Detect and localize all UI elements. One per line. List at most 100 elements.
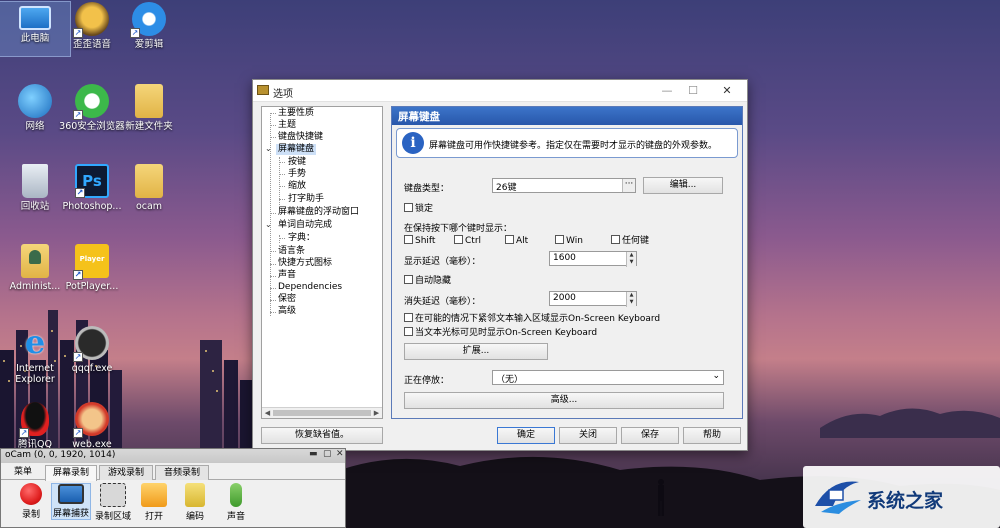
keyboard-type-label: 键盘类型：	[404, 184, 450, 194]
potplayer-icon: Player ↗	[73, 244, 109, 280]
tree-item-gestures[interactable]: 手势	[288, 169, 306, 180]
record-area-label: 录制区域	[94, 512, 131, 522]
sound-button[interactable]: 声音	[216, 483, 256, 522]
record-area-icon	[100, 483, 126, 507]
desktop-icon-label: PotPlayer...	[65, 281, 119, 292]
edit-button[interactable]: 编辑...	[643, 177, 723, 194]
monitor-icon	[19, 6, 51, 30]
show-when-cursor-checkbox[interactable]: 当文本光标可见时显示On-Screen Keyboard	[404, 327, 597, 338]
tree-item-shortcut-icons[interactable]: 快捷方式图标	[278, 258, 332, 269]
minimize-icon[interactable]: ▬	[309, 449, 318, 459]
tree-horizontal-scrollbar[interactable]: ◀ ▶	[262, 407, 382, 418]
checkbox-box	[404, 327, 413, 336]
show-near-input-checkbox[interactable]: 在可能的情况下紧邻文本输入区域显示On-Screen Keyboard	[404, 313, 660, 324]
tree-item-keyboard-shortcuts[interactable]: 键盘快捷键	[278, 132, 323, 143]
tree-item-advanced[interactable]: 高级	[278, 306, 296, 317]
tree-item-typing-assistant[interactable]: 打字助手	[288, 194, 324, 205]
keyboard-type-field[interactable]: 26键 ···	[492, 178, 636, 193]
maximize-icon[interactable]: ☐	[683, 82, 703, 99]
settings-panel: 屏幕键盘 i 屏幕键盘可用作快捷键参考。指定仅在需要时才显示的键盘的外观参数。 …	[391, 106, 743, 419]
show-on-hold-label: 在保持按下哪个键时显示：	[404, 224, 513, 234]
settings-tree[interactable]: ⌄ ⌄ 主要性质 主题 键盘快捷键 屏幕键盘 按键 手势 缩放 打字助手 屏幕键…	[261, 106, 383, 419]
checkbox-box	[505, 235, 514, 244]
close-icon[interactable]: ✕	[336, 449, 344, 459]
shift-checkbox[interactable]: Shift	[404, 235, 435, 246]
ok-button[interactable]: 确定	[497, 427, 555, 444]
info-icon: i	[402, 132, 424, 154]
scroll-left-icon[interactable]: ◀	[262, 408, 273, 418]
encode-button[interactable]: 编码	[175, 483, 215, 522]
tree-item-zoom[interactable]: 缩放	[288, 181, 306, 192]
spinner-arrows-icon[interactable]: ▲ ▼	[626, 292, 636, 307]
show-when-cursor-label: 当文本光标可见时显示On-Screen Keyboard	[415, 328, 598, 338]
record-area-button[interactable]: 录制区域	[93, 483, 133, 522]
extend-button[interactable]: 扩展...	[404, 343, 548, 360]
alt-checkbox[interactable]: Alt	[505, 235, 528, 246]
desktop-icon-qqqf[interactable]: ↗ qqqf.exe	[57, 326, 127, 374]
desktop-icon-ocam-folder[interactable]: ocam	[114, 164, 184, 212]
tab-audio-record[interactable]: 音频录制	[155, 465, 209, 480]
desktop-icon-new-folder[interactable]: 新建文件夹	[114, 84, 184, 132]
shortcut-arrow-icon: ↗	[73, 428, 83, 438]
desktop-icon-label: 新建文件夹	[125, 121, 173, 132]
hide-delay-input[interactable]: 2000 ▲ ▼	[549, 291, 637, 307]
tab-game-record[interactable]: 游戏录制	[99, 465, 153, 480]
scrollbar-thumb[interactable]	[273, 410, 371, 416]
tab-screen-record[interactable]: 屏幕录制	[45, 465, 97, 481]
win-label: Win	[566, 236, 583, 246]
browse-ellipsis-icon[interactable]: ···	[622, 179, 635, 192]
shortcut-arrow-icon: ↗	[19, 428, 29, 438]
desktop-icon-web-exe[interactable]: ↗ web.exe	[57, 402, 127, 450]
maximize-icon[interactable]: ▢	[323, 449, 332, 459]
island-silhouette	[820, 408, 1000, 438]
tab-menu[interactable]: 菜单	[3, 465, 43, 480]
save-button[interactable]: 保存	[621, 427, 679, 444]
lock-checkbox[interactable]: 锁定	[404, 203, 433, 214]
lock-label: 锁定	[415, 204, 434, 214]
tree-item-theme[interactable]: 主题	[278, 120, 296, 131]
app-emblem-icon: ↗	[73, 326, 109, 362]
alt-label: Alt	[516, 236, 529, 246]
person-silhouette	[658, 479, 664, 516]
tree-item-dependencies[interactable]: Dependencies	[278, 282, 342, 293]
shortcut-arrow-icon: ↗	[73, 28, 83, 38]
dialog-titlebar[interactable]: 选项 — ☐ ✕	[253, 80, 747, 102]
spinner-arrows-icon[interactable]: ▲ ▼	[626, 252, 636, 267]
auto-hide-checkbox[interactable]: 自动隐藏	[404, 275, 451, 286]
tree-item-keys[interactable]: 按键	[288, 157, 306, 168]
tree-item-word-autocomplete[interactable]: 单词自动完成	[278, 220, 332, 231]
win-checkbox[interactable]: Win	[555, 235, 583, 246]
help-button[interactable]: 帮助	[683, 427, 741, 444]
ctrl-label: Ctrl	[465, 236, 482, 246]
open-label: 打开	[144, 512, 163, 522]
tree-item-dictionary[interactable]: 字典：	[288, 233, 315, 244]
encode-label: 编码	[185, 512, 204, 522]
ocam-tab-bar: 菜单 屏幕录制 游戏录制 音频录制	[1, 464, 345, 481]
close-icon[interactable]: ✕	[717, 82, 737, 99]
tree-item-sound[interactable]: 声音	[278, 270, 296, 281]
open-button[interactable]: 打开	[134, 483, 174, 522]
restore-defaults-button[interactable]: 恢复缺省值。	[261, 427, 383, 444]
playing-dropdown[interactable]: （无） ⌄	[492, 370, 724, 385]
scroll-right-icon[interactable]: ▶	[371, 408, 382, 418]
tree-item-main-properties[interactable]: 主要性质	[278, 108, 314, 119]
screen-capture-button[interactable]: 屏幕捕获	[51, 483, 91, 520]
tree-item-language-bar[interactable]: 语言条	[278, 246, 305, 257]
tree-item-floating-window[interactable]: 屏幕键盘的浮动窗口	[278, 207, 359, 218]
collapse-arrow-icon[interactable]: ⌄	[265, 220, 272, 229]
any-key-checkbox[interactable]: 任何键	[611, 235, 649, 246]
minimize-icon[interactable]: —	[657, 82, 677, 99]
close-button[interactable]: 关闭	[559, 427, 617, 444]
show-delay-input[interactable]: 1600 ▲ ▼	[549, 251, 637, 267]
desktop-icon-potplayer[interactable]: Player ↗ PotPlayer...	[57, 244, 127, 292]
collapse-arrow-icon[interactable]: ⌄	[265, 144, 272, 153]
encode-icon	[185, 483, 205, 507]
desktop-icon-aijianji[interactable]: ↗ 爱剪辑	[114, 2, 184, 50]
advanced-button[interactable]: 高级...	[404, 392, 724, 409]
ctrl-checkbox[interactable]: Ctrl	[454, 235, 481, 246]
desktop-icon-label: ocam	[135, 201, 163, 212]
ocam-titlebar[interactable]: oCam (0, 0, 1920, 1014) ▬ ▢ ✕	[1, 449, 345, 463]
tree-item-screen-keyboard[interactable]: 屏幕键盘	[276, 144, 317, 155]
record-button[interactable]: 录制	[11, 483, 51, 520]
tree-item-privacy[interactable]: 保密	[278, 294, 296, 305]
